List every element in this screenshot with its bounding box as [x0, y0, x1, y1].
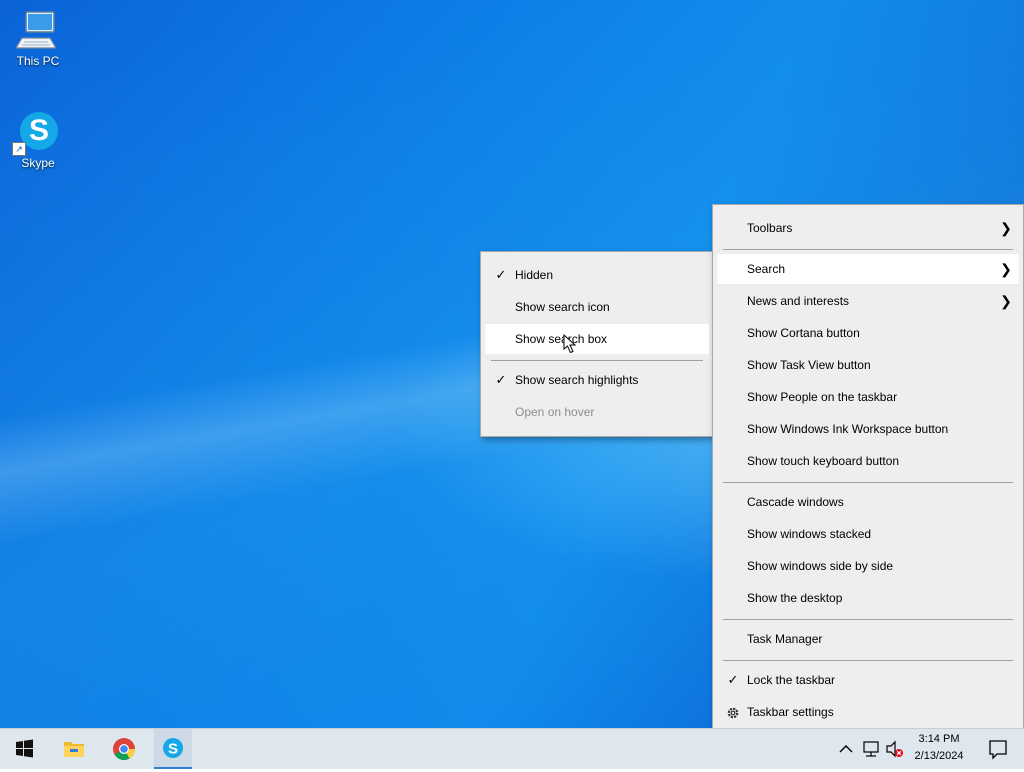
menu-item-task-manager[interactable]: Task Manager — [717, 624, 1019, 654]
menu-item-show-search-highlights[interactable]: ✓ Show search highlights — [485, 365, 709, 395]
menu-item-news-and-interests[interactable]: News and interests ❯ — [717, 286, 1019, 316]
menu-item-label: Show People on the taskbar — [747, 390, 898, 404]
desktop-icon-skype[interactable]: S ↗ Skype — [0, 110, 76, 170]
menu-item-label: Show windows side by side — [747, 559, 894, 573]
menu-item-label: Show Windows Ink Workspace button — [747, 422, 949, 436]
desktop-icon-label: This PC — [16, 54, 60, 68]
checkmark-icon: ✓ — [495, 372, 507, 387]
mouse-cursor-icon — [563, 333, 577, 354]
menu-item-show-people[interactable]: Show People on the taskbar — [717, 382, 1019, 412]
shortcut-arrow-icon: ↗ — [12, 142, 26, 156]
menu-item-label: Show search box — [515, 332, 608, 346]
network-icon — [863, 741, 879, 757]
desktop-icon-label: Skype — [21, 156, 55, 170]
menu-separator — [723, 249, 1013, 250]
menu-item-label: Show Cortana button — [747, 326, 860, 340]
taskbar[interactable]: S 3:14 PM 2/13/2024 — [0, 728, 1024, 769]
start-icon — [16, 739, 33, 758]
menu-item-label: Taskbar settings — [747, 705, 834, 719]
menu-item-label: Show the desktop — [747, 591, 843, 605]
computer-icon — [14, 8, 60, 52]
menu-item-show-windows-ink[interactable]: Show Windows Ink Workspace button — [717, 414, 1019, 444]
file-explorer-button[interactable] — [54, 729, 94, 769]
menu-item-show-windows-side-by-side[interactable]: Show windows side by side — [717, 551, 1019, 581]
menu-separator — [491, 360, 703, 361]
skype-icon: S ↗ — [12, 110, 60, 156]
menu-item-show-the-desktop[interactable]: Show the desktop — [717, 583, 1019, 613]
chrome-icon — [113, 738, 135, 760]
chevron-right-icon: ❯ — [1000, 220, 1012, 236]
menu-item-label: Lock the taskbar — [747, 673, 836, 687]
chevron-right-icon: ❯ — [1000, 261, 1012, 277]
menu-item-search[interactable]: Search ❯ — [717, 254, 1019, 284]
menu-item-label: Show touch keyboard button — [747, 454, 900, 468]
clock-date: 2/13/2024 — [914, 750, 964, 762]
menu-item-label: Show search highlights — [515, 373, 639, 387]
menu-item-show-cortana-button[interactable]: Show Cortana button — [717, 318, 1019, 348]
volume-button[interactable] — [884, 729, 906, 769]
menu-item-cascade-windows[interactable]: Cascade windows — [717, 487, 1019, 517]
clock-time: 3:14 PM — [918, 733, 960, 745]
menu-item-label: Show Task View button — [747, 358, 871, 372]
checkmark-icon: ✓ — [727, 672, 739, 687]
taskbar-context-menu: Toolbars ❯ Search ❯ News and interests ❯… — [712, 204, 1024, 738]
menu-item-show-touch-keyboard[interactable]: Show touch keyboard button — [717, 446, 1019, 476]
gear-icon — [723, 697, 743, 727]
menu-item-label: Cascade windows — [747, 495, 844, 509]
menu-item-toolbars[interactable]: Toolbars ❯ — [717, 213, 1019, 243]
skype-icon: S — [163, 738, 183, 758]
search-submenu: ✓ Hidden Show search icon Show search bo… — [480, 251, 714, 437]
volume-muted-icon — [886, 740, 903, 758]
file-explorer-icon — [64, 742, 84, 757]
taskbar-clock[interactable]: 3:14 PM 2/13/2024 — [905, 731, 973, 765]
menu-separator — [723, 660, 1013, 661]
menu-item-label: News and interests — [747, 294, 850, 308]
menu-item-label: Open on hover — [515, 405, 595, 419]
menu-item-label: Toolbars — [747, 221, 793, 235]
start-button[interactable] — [4, 729, 44, 769]
menu-item-taskbar-settings[interactable]: Taskbar settings — [717, 697, 1019, 727]
menu-item-label: Search — [747, 262, 786, 276]
menu-item-show-search-icon[interactable]: Show search icon — [485, 292, 709, 322]
show-hidden-icons-button[interactable] — [836, 729, 856, 769]
desktop-icon-this-pc[interactable]: This PC — [0, 8, 76, 68]
menu-separator — [723, 482, 1013, 483]
menu-item-show-windows-stacked[interactable]: Show windows stacked — [717, 519, 1019, 549]
menu-item-open-on-hover: Open on hover — [485, 397, 709, 427]
action-center-button[interactable] — [978, 729, 1018, 769]
menu-item-label: Task Manager — [747, 632, 823, 646]
menu-item-label: Show windows stacked — [747, 527, 872, 541]
chevron-up-icon — [839, 745, 853, 753]
menu-item-hidden[interactable]: ✓ Hidden — [485, 260, 709, 290]
svg-text:S: S — [168, 741, 178, 758]
menu-separator — [723, 619, 1013, 620]
checkmark-icon: ✓ — [495, 267, 507, 282]
chrome-button[interactable] — [104, 729, 144, 769]
chevron-right-icon: ❯ — [1000, 293, 1012, 309]
menu-item-show-task-view-button[interactable]: Show Task View button — [717, 350, 1019, 380]
menu-item-label: Hidden — [515, 268, 554, 282]
menu-item-lock-the-taskbar[interactable]: ✓ Lock the taskbar — [717, 665, 1019, 695]
menu-item-show-search-box[interactable]: Show search box — [485, 324, 709, 354]
menu-item-label: Show search icon — [515, 300, 610, 314]
network-button[interactable] — [860, 729, 882, 769]
skype-taskbar-button[interactable]: S — [154, 729, 192, 769]
notification-icon — [989, 740, 1007, 760]
